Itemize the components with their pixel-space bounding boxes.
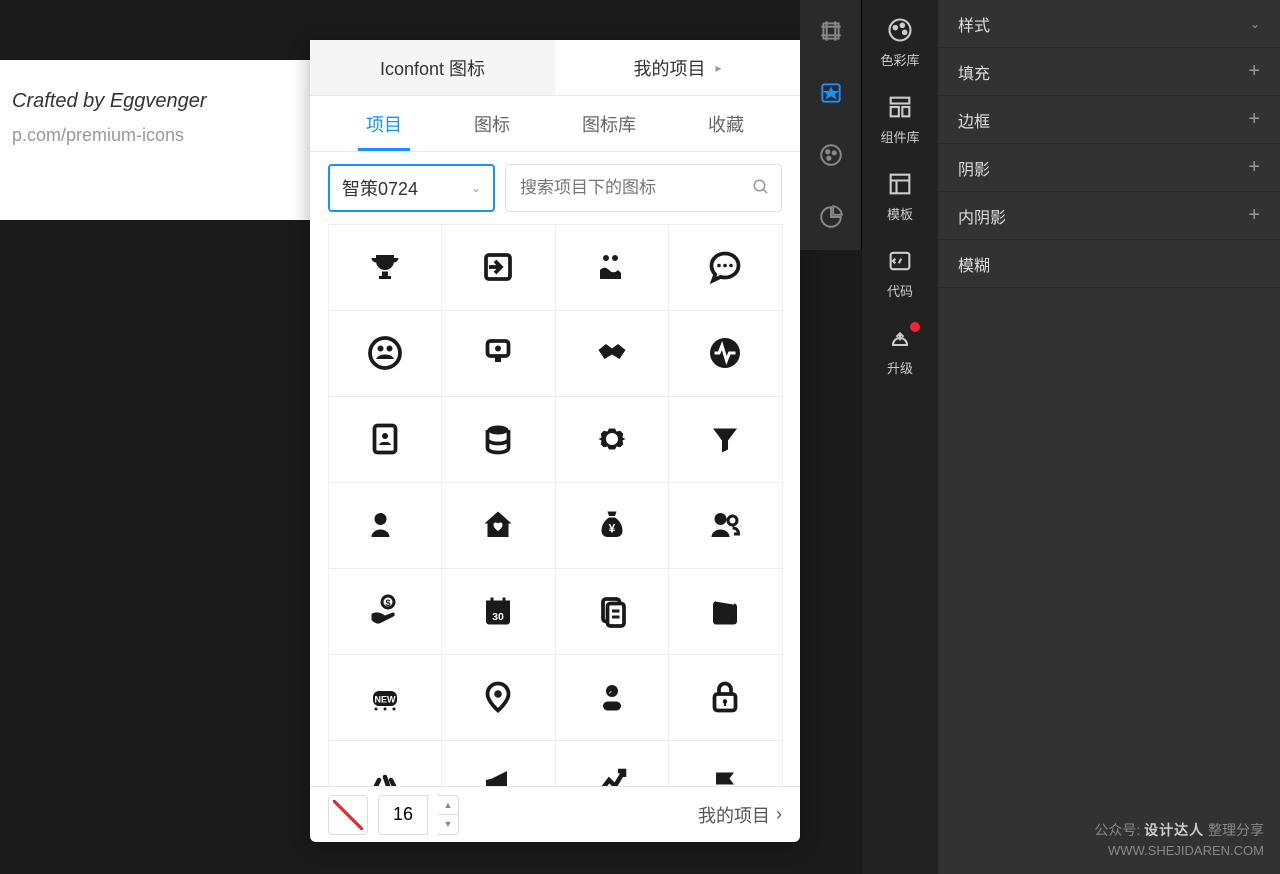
wallet-icon[interactable] (668, 568, 783, 655)
color-swatch[interactable] (328, 795, 368, 835)
sidebar-components[interactable]: 组件库 (862, 81, 938, 158)
icon-grid: ¥ $ 30 NEW (310, 224, 800, 786)
sidebar-palette[interactable]: 色彩库 (862, 4, 938, 81)
plus-icon[interactable]: + (1248, 204, 1260, 227)
clipboard-icon[interactable] (555, 568, 670, 655)
enter-icon[interactable] (441, 224, 556, 311)
money-bag-icon[interactable]: ¥ (555, 482, 670, 569)
prop-style-header[interactable]: 样式⌄ (938, 0, 1280, 48)
handshake-icon[interactable] (555, 310, 670, 397)
footer-project-link[interactable]: 我的项目› (698, 802, 782, 828)
lock-icon[interactable] (668, 654, 783, 741)
svg-text:$: $ (385, 598, 390, 608)
panel-footer: ▲▼ 我的项目› (310, 786, 800, 842)
sub-tabs: 项目 图标 图标库 收藏 (310, 96, 800, 152)
flag-icon[interactable] (668, 740, 783, 787)
properties-panel: 样式⌄ 填充+ 边框+ 阴影+ 内阴影+ 模糊 (938, 0, 1280, 874)
users-icon[interactable] (668, 482, 783, 569)
filter-icon[interactable] (668, 396, 783, 483)
star-tool-icon[interactable] (800, 62, 861, 124)
plus-icon[interactable]: + (1248, 60, 1260, 83)
hand-money-icon[interactable]: $ (328, 568, 443, 655)
prop-border[interactable]: 边框+ (938, 96, 1280, 144)
trending-icon[interactable] (555, 740, 670, 787)
stepper-down-icon[interactable]: ▼ (438, 815, 458, 834)
user-list-icon[interactable] (328, 482, 443, 569)
gear-icon[interactable] (555, 396, 670, 483)
user-icon[interactable] (555, 654, 670, 741)
database-icon[interactable] (441, 396, 556, 483)
left-mini-toolbar (800, 0, 862, 250)
tab-iconfont[interactable]: Iconfont 图标 (310, 40, 555, 95)
prop-blur[interactable]: 模糊 (938, 240, 1280, 288)
search-input[interactable] (505, 164, 782, 212)
speaker-icon[interactable] (441, 310, 556, 397)
tab-my-project[interactable]: 我的项目 ▸ (555, 40, 800, 95)
plus-icon[interactable]: + (1248, 108, 1260, 131)
badge-dot (910, 322, 920, 332)
main-tabs: Iconfont 图标 我的项目 ▸ (310, 40, 800, 96)
location-icon[interactable] (441, 654, 556, 741)
frame-tool-icon[interactable] (800, 0, 861, 62)
watermark: 公众号: 设计达人 整理分享 WWW.SHEJIDAREN.COM (1094, 820, 1264, 861)
prop-fill[interactable]: 填充+ (938, 48, 1280, 96)
iconfont-panel: Iconfont 图标 我的项目 ▸ 项目 图标 图标库 收藏 智策0724 ⌄ (310, 40, 800, 842)
side-toolbar: 色彩库 组件库 模板 代码 升级 (862, 0, 938, 874)
home-heart-icon[interactable] (441, 482, 556, 569)
sidebar-code[interactable]: 代码 (862, 235, 938, 312)
prop-shadow[interactable]: 阴影+ (938, 144, 1280, 192)
prop-inner-shadow[interactable]: 内阴影+ (938, 192, 1280, 240)
sidebar-upgrade[interactable]: 升级 (862, 312, 938, 389)
stepper-up-icon[interactable]: ▲ (438, 796, 458, 816)
group-icon[interactable] (328, 310, 443, 397)
svg-text:NEW: NEW (374, 694, 396, 704)
search-icon (752, 178, 770, 201)
size-input[interactable] (378, 795, 428, 835)
subtab-library[interactable]: 图标库 (574, 97, 644, 151)
chart-tool-icon[interactable] (800, 186, 861, 248)
palette-tool-icon[interactable] (800, 124, 861, 186)
chat-icon[interactable] (668, 224, 783, 311)
subtab-favorite[interactable]: 收藏 (700, 97, 752, 151)
chevron-right-icon: ▸ (715, 61, 721, 75)
subtab-icon[interactable]: 图标 (466, 97, 518, 151)
crafted-text: Crafted by Eggvenger (12, 90, 310, 113)
calendar-icon[interactable]: 30 (441, 568, 556, 655)
subtab-project[interactable]: 项目 (358, 97, 410, 151)
background-card: Crafted by Eggvenger p.com/premium-icons (0, 60, 310, 220)
pulse-icon[interactable] (668, 310, 783, 397)
url-text: p.com/premium-icons (12, 125, 310, 146)
plus-icon[interactable]: + (1248, 156, 1260, 179)
sparkle-icon[interactable] (328, 740, 443, 787)
megaphone-icon[interactable] (441, 740, 556, 787)
trophy-icon[interactable] (328, 224, 443, 311)
chevron-down-icon: ⌄ (1250, 17, 1260, 31)
chevron-right-icon: › (776, 804, 782, 825)
new-badge-icon[interactable]: NEW (328, 654, 443, 741)
project-select[interactable]: 智策0724 ⌄ (328, 164, 495, 212)
size-stepper[interactable]: ▲▼ (438, 795, 459, 835)
hand-heart-icon[interactable] (555, 224, 670, 311)
svg-text:¥: ¥ (608, 522, 615, 536)
svg-text:30: 30 (492, 611, 504, 623)
chevron-down-icon: ⌄ (471, 181, 481, 195)
sidebar-template[interactable]: 模板 (862, 158, 938, 235)
contacts-icon[interactable] (328, 396, 443, 483)
search-row: 智策0724 ⌄ (310, 152, 800, 224)
